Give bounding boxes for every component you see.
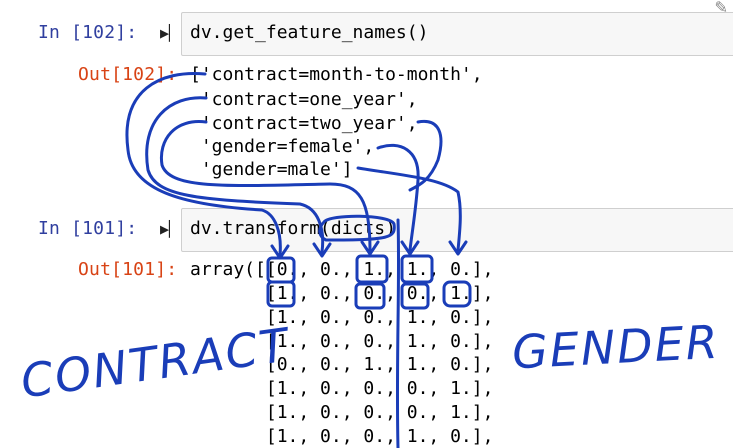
handwritten-gender-label: GENDER: [510, 314, 721, 380]
output-line: 'gender=male']: [190, 159, 353, 180]
array-row: [1., 0., 0., 1., 0.],: [190, 426, 494, 447]
code-input-area[interactable]: dv.get_feature_names(): [181, 12, 733, 56]
output-line: 'contract=one_year',: [190, 89, 418, 110]
input-prompt: In [101]:: [38, 218, 138, 239]
pencil-icon: ✎: [714, 0, 727, 18]
array-row: array([[0., 0., 1., 1., 0.],: [190, 259, 494, 280]
array-row: [1., 0., 0., 0., 1.],: [190, 402, 494, 423]
run-cell-icon[interactable]: ▶▏: [160, 220, 178, 238]
array-row: [1., 0., 0., 0., 1.],: [190, 378, 494, 399]
code-text[interactable]: dv.transform(dicts): [190, 218, 396, 239]
output-line: 'gender=female',: [190, 136, 375, 157]
code-text[interactable]: dv.get_feature_names(): [190, 22, 428, 43]
output-prompt: Out[102]:: [78, 64, 178, 85]
array-row: [1., 0., 0., 0., 1.],: [190, 283, 494, 304]
code-input-area[interactable]: dv.transform(dicts): [181, 208, 733, 252]
output-line: 'contract=two_year',: [190, 113, 418, 134]
input-prompt: In [102]:: [38, 22, 138, 43]
output-line: ['contract=month-to-month',: [190, 64, 483, 85]
output-prompt: Out[101]:: [78, 259, 178, 280]
run-cell-icon[interactable]: ▶▏: [160, 24, 178, 42]
notebook-cell-102[interactable]: In [102]: ▶▏ dv.get_feature_names() ✎ Ou…: [0, 0, 733, 190]
